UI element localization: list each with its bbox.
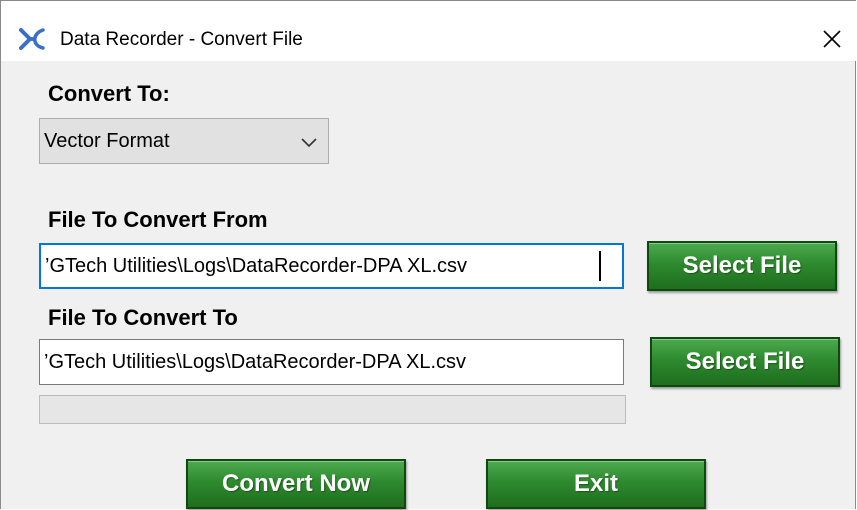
convert-file-dialog: Data Recorder - Convert File Convert To:…: [0, 0, 856, 509]
select-file-from-button[interactable]: Select File: [647, 241, 837, 291]
select-file-to-button[interactable]: Select File: [650, 337, 840, 387]
close-button[interactable]: [809, 19, 855, 59]
file-from-input[interactable]: [39, 243, 624, 289]
app-logo-icon: [19, 28, 45, 50]
format-dropdown-value: Vector Format: [44, 130, 170, 152]
convert-now-button[interactable]: Convert Now: [186, 459, 406, 509]
title-bar: Data Recorder - Convert File: [1, 1, 856, 61]
file-from-label: File To Convert From: [48, 207, 268, 232]
close-icon: [823, 30, 841, 48]
file-to-input[interactable]: [39, 339, 624, 385]
convert-to-label: Convert To:: [48, 81, 170, 106]
exit-button[interactable]: Exit: [486, 459, 706, 509]
format-dropdown[interactable]: Vector Format: [39, 118, 329, 164]
file-to-label: File To Convert To: [48, 305, 238, 330]
conversion-progress-bar: [39, 395, 626, 424]
window-title: Data Recorder - Convert File: [60, 29, 303, 50]
text-caret: [599, 251, 601, 281]
chevron-down-icon: [301, 138, 317, 148]
